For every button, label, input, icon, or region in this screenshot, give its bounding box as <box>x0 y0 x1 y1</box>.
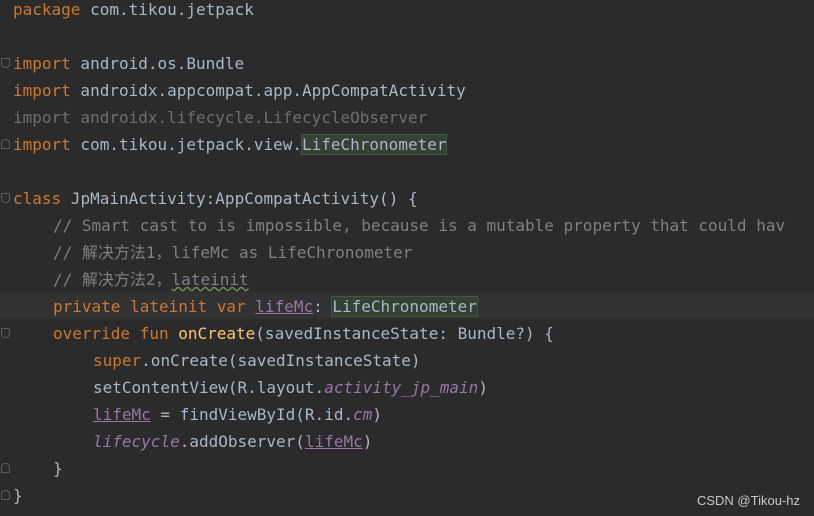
import-path: com.tikou.jetpack.view. <box>70 135 302 154</box>
comment-text: // 解决方法2， <box>53 270 172 289</box>
property-name: lifeMc <box>255 297 314 316</box>
resource-name: cm <box>353 405 373 424</box>
highlighted-identifier: LifeChronometer <box>300 134 448 155</box>
closing-paren: ) <box>362 432 373 451</box>
watermark: CSDN @Tikou-hz <box>696 493 800 508</box>
code-line-closing-brace[interactable]: } <box>13 455 63 482</box>
keyword: import <box>13 135 71 154</box>
import-path: android.os.Bundle <box>70 54 245 73</box>
keyword: private lateinit var <box>53 297 246 316</box>
call-text: .addObserver( <box>179 432 305 451</box>
brace: } <box>13 486 23 505</box>
call-text: = findViewById(R.id. <box>150 405 354 424</box>
comment-text: // 解决方法1，lifeMc as LifeChronometer <box>53 243 413 262</box>
class-signature: JpMainActivity:AppCompatActivity() { <box>61 189 418 208</box>
fold-marker-icon[interactable] <box>1 58 10 68</box>
highlighted-identifier: LifeChronometer <box>331 296 478 317</box>
code-line-import[interactable]: import com.tikou.jetpack.view.LifeChrono… <box>13 131 448 158</box>
keyword: import <box>13 54 71 73</box>
spell-check-word: lateinit <box>171 270 249 289</box>
resource-name: activity_jp_main <box>324 378 479 397</box>
code-line-comment[interactable]: // Smart cast to is impossible, because … <box>13 212 785 239</box>
closing-paren: ) <box>478 378 488 397</box>
fold-marker-icon[interactable] <box>1 328 10 338</box>
code-line-property-declaration[interactable]: private lateinit var lifeMc: LifeChronom… <box>13 293 478 320</box>
code-line-function-declaration[interactable]: override fun onCreate(savedInstanceState… <box>13 320 554 347</box>
code-line-closing-brace[interactable]: } <box>13 482 23 509</box>
import-path: androidx.appcompat.app.AppCompatActivity <box>70 81 466 100</box>
brace: } <box>53 459 63 478</box>
code-line-package[interactable]: package com.tikou.jetpack <box>13 0 254 23</box>
keyword: import <box>13 81 71 100</box>
code-line-import[interactable]: import androidx.appcompat.app.AppCompatA… <box>13 77 466 104</box>
keyword: super <box>93 351 142 370</box>
type-colon: : <box>313 297 333 316</box>
code-line-add-observer[interactable]: lifecycle.addObserver(lifeMc) <box>13 428 372 455</box>
fold-marker-icon[interactable] <box>1 463 10 473</box>
code-line-super-call[interactable]: super.onCreate(savedInstanceState) <box>13 347 421 374</box>
code-editor[interactable]: package com.tikou.jetpack import android… <box>0 0 814 516</box>
property-name: lifecycle <box>93 432 180 451</box>
property-name: lifeMc <box>304 432 363 451</box>
keyword: override fun <box>53 324 169 343</box>
keyword: package <box>13 0 81 19</box>
fold-marker-icon[interactable] <box>1 139 10 149</box>
code-line-comment[interactable]: // 解决方法2，lateinit <box>13 266 249 293</box>
code-line-import[interactable]: import android.os.Bundle <box>13 50 244 77</box>
code-line-comment[interactable]: // 解决方法1，lifeMc as LifeChronometer <box>13 239 412 266</box>
code-line-set-content-view[interactable]: setContentView(R.layout.activity_jp_main… <box>13 374 488 401</box>
function-params: (savedInstanceState: Bundle?) { <box>255 324 554 343</box>
call-text: .onCreate(savedInstanceState) <box>141 351 421 370</box>
function-name: onCreate <box>178 324 256 343</box>
keyword: class <box>13 189 62 208</box>
code-line-unused-import[interactable]: import androidx.lifecycle.LifecycleObser… <box>13 104 427 131</box>
comment-text: // Smart cast to is impossible, because … <box>53 216 786 235</box>
property-name: lifeMc <box>93 405 151 424</box>
unused-import-text: import androidx.lifecycle.LifecycleObser… <box>13 108 428 127</box>
fold-marker-icon[interactable] <box>1 490 10 500</box>
call-text: setContentView(R.layout. <box>93 378 325 397</box>
code-line-find-view[interactable]: lifeMc = findViewById(R.id.cm) <box>13 401 382 428</box>
package-name: com.tikou.jetpack <box>80 0 254 19</box>
code-line-class-declaration[interactable]: class JpMainActivity:AppCompatActivity()… <box>13 185 418 212</box>
closing-paren: ) <box>372 405 382 424</box>
fold-marker-icon[interactable] <box>1 193 10 203</box>
fold-gutter <box>0 0 12 516</box>
